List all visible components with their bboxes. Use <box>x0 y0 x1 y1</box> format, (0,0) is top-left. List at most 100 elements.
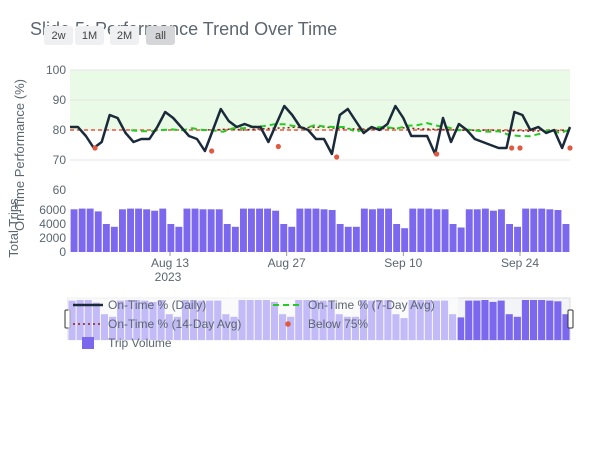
volume-axis-title: Total Trips <box>6 198 21 258</box>
slider-volume-bar <box>546 300 554 340</box>
volume-bar <box>102 224 110 252</box>
volume-bar <box>175 226 183 252</box>
slider-volume-bar <box>505 314 513 340</box>
x-tick-label: Aug 27 <box>268 256 306 270</box>
volume-bar <box>393 224 401 252</box>
volume-bar <box>506 224 513 252</box>
range-button-label: all <box>155 30 166 42</box>
x-tick-label: Aug 13 <box>151 256 189 270</box>
legend-label: Trip Volume <box>108 336 172 350</box>
volume-bar <box>498 209 505 252</box>
volume-bar <box>377 208 384 252</box>
legend-label: On-Time % (14-Day Avg) <box>108 317 241 331</box>
slider-volume-bar <box>497 300 505 340</box>
volume-bar <box>70 209 78 252</box>
legend-swatch <box>82 337 94 349</box>
volume-bar <box>409 208 417 252</box>
volume-bar <box>78 208 86 252</box>
volume-tick-label: 6000 <box>39 203 66 217</box>
volume-bar <box>433 209 441 252</box>
volume-bar <box>328 210 336 252</box>
volume-bar <box>562 224 570 252</box>
slider-volume-bar <box>530 300 538 340</box>
below-75-marker <box>567 145 573 151</box>
performance-chart: Slide 5: Performance Trend Over Time 2w 1… <box>6 19 574 356</box>
volume-bar <box>191 208 199 252</box>
volume-bar <box>352 226 360 252</box>
volume-bar <box>481 208 489 252</box>
x-tick-label: Sep 24 <box>501 256 539 270</box>
below-75-marker <box>509 145 515 151</box>
range-button-2m[interactable]: 2M <box>110 26 139 45</box>
volume-bar <box>288 226 296 252</box>
performance-panel: 60 70 80 90 100 <box>46 63 573 197</box>
range-button-label: 2M <box>117 30 132 42</box>
performance-tick-label: 60 <box>53 183 67 197</box>
volume-bar <box>264 208 271 252</box>
volume-bar <box>336 224 344 252</box>
below-75-marker <box>275 143 281 150</box>
performance-tick-label: 70 <box>53 153 67 167</box>
volume-bar <box>554 210 562 252</box>
volume-bar <box>199 209 207 252</box>
volume-bar <box>272 210 280 252</box>
slider-volume-bar <box>554 301 562 340</box>
slider-volume-bar <box>481 300 489 340</box>
volume-bar <box>248 208 255 252</box>
x-tick-label: Sep 10 <box>384 256 422 270</box>
range-button-all[interactable]: all <box>146 26 175 45</box>
volume-bar <box>441 209 449 252</box>
slider-right-handle[interactable] <box>567 309 574 329</box>
legend-label: On-Time % (7-Day Avg) <box>308 298 435 312</box>
volume-bar <box>151 210 159 252</box>
volume-bar <box>159 208 167 252</box>
volume-bar <box>231 226 239 252</box>
slider-volume-bar <box>538 300 546 340</box>
volume-bar <box>256 208 263 252</box>
volume-tick-label: 2000 <box>39 231 66 245</box>
legend-swatch <box>285 321 291 327</box>
volume-bar <box>401 228 409 252</box>
volume-bar <box>385 208 392 252</box>
volume-bar <box>223 224 231 252</box>
volume-bar <box>94 211 102 252</box>
volume-bar <box>425 208 433 252</box>
volume-bar <box>143 209 151 252</box>
range-button-label: 1M <box>82 30 97 42</box>
performance-tick-label: 80 <box>53 123 67 137</box>
range-button-1m[interactable]: 1M <box>75 26 104 45</box>
below-75-marker <box>434 151 440 157</box>
volume-bar <box>86 208 94 252</box>
volume-bar <box>110 226 118 252</box>
volume-bar <box>522 208 530 252</box>
volume-bar <box>183 208 191 252</box>
range-button-2w[interactable]: 2w <box>44 26 73 45</box>
volume-bar <box>490 210 497 252</box>
volume-tick-label: 4000 <box>39 217 66 231</box>
volume-bar <box>417 208 425 252</box>
volume-bar <box>449 224 457 252</box>
x-axis: Aug 13 Aug 27 Sep 10 Sep 24 <box>151 252 539 270</box>
legend-label: On-Time % (Daily) <box>108 298 206 312</box>
volume-bar <box>344 226 352 252</box>
legend-label: Below 75% <box>308 317 368 331</box>
slider-volume-bar <box>513 316 521 340</box>
volume-bar <box>457 227 465 252</box>
volume-bar <box>473 209 481 252</box>
volume-bar <box>167 224 175 252</box>
volume-bar <box>119 209 126 252</box>
slider-volume-bar <box>521 300 529 340</box>
below-75-marker <box>334 154 340 160</box>
volume-bar <box>240 208 247 252</box>
volume-bar <box>360 208 368 252</box>
volume-bar <box>304 208 312 252</box>
volume-bar <box>127 208 134 252</box>
performance-tick-label: 100 <box>46 63 66 77</box>
volume-bar <box>530 208 538 252</box>
slider-volume-bar <box>465 300 473 340</box>
x-axis-year-label: 2023 <box>155 270 182 284</box>
volume-panel: 0200040006000 <box>39 203 570 259</box>
volume-bar <box>514 226 521 252</box>
slider-volume-bar <box>457 317 465 340</box>
volume-bar <box>465 209 473 252</box>
